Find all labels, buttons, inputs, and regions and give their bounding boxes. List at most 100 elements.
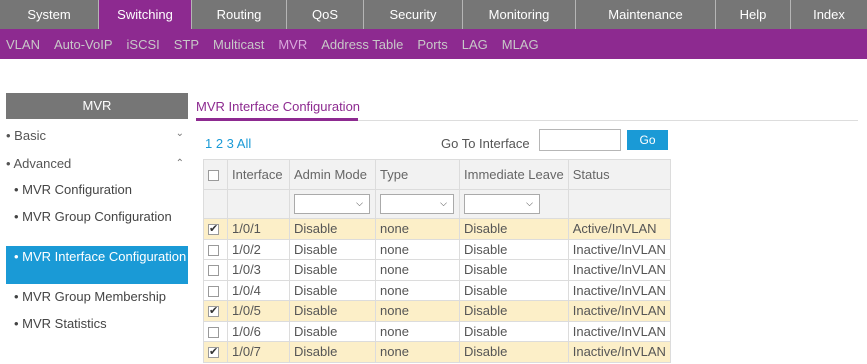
- cell-admin-mode: Disable: [289, 320, 376, 342]
- row-checkbox[interactable]: [208, 285, 219, 297]
- row-checkbox[interactable]: [208, 265, 219, 277]
- table-row[interactable]: 1/0/6 Disable none Disable Inactive/InVLAN: [203, 320, 671, 342]
- row-checkbox-cell: [203, 259, 228, 281]
- cell-status: Inactive/InVLAN: [567, 259, 671, 281]
- subnav-mvr[interactable]: MVR: [278, 37, 307, 52]
- row-checkbox[interactable]: [208, 304, 219, 318]
- row-checkbox-cell: [203, 218, 228, 240]
- cell-type: none: [375, 238, 460, 260]
- subnav-multicast[interactable]: Multicast: [213, 37, 264, 52]
- type-select[interactable]: ⌵: [380, 194, 454, 214]
- table-body: 1/0/1DisablenoneDisableActive/InVLAN1/0/…: [203, 218, 671, 363]
- bullet-icon: •: [14, 289, 23, 304]
- column-header-type: Type: [375, 159, 460, 190]
- nav-system[interactable]: System: [0, 0, 99, 29]
- cell-interface: 1/0/6: [227, 320, 290, 342]
- go-button[interactable]: Go: [627, 130, 668, 150]
- cell-immediate-leave: Disable: [459, 300, 569, 322]
- pagination-links[interactable]: 1 2 3 All: [205, 136, 251, 151]
- table-row[interactable]: 1/0/4 Disable none Disable Inactive/InVLAN: [203, 279, 671, 301]
- table-row[interactable]: 1/0/7DisablenoneDisableInactive/InVLAN: [203, 341, 671, 363]
- sidebar-item-mvr-configuration[interactable]: • MVR Configuration: [6, 183, 188, 197]
- subnav-ports[interactable]: Ports: [417, 37, 447, 52]
- row-checkbox-cell: [203, 341, 228, 363]
- mvr-interface-table: Interface Admin Mode Type Immediate Leav…: [203, 159, 671, 363]
- nav-switching[interactable]: Switching: [99, 0, 192, 29]
- nav-maintenance[interactable]: Maintenance: [576, 0, 716, 29]
- cell-admin-mode: Disable: [289, 259, 376, 281]
- cell-type: none: [375, 218, 460, 240]
- cell-interface: 1/0/7: [227, 341, 290, 363]
- tab-divider: [358, 120, 858, 121]
- subnav-stp[interactable]: STP: [174, 37, 199, 52]
- sidebar-item-label: MVR Statistics: [22, 316, 107, 331]
- cell-admin-mode: Disable: [289, 300, 376, 322]
- row-checkbox-cell: [203, 238, 228, 260]
- cell-immediate-leave: Disable: [459, 218, 569, 240]
- tab-underline: [196, 118, 358, 121]
- bullet-icon: •: [14, 249, 23, 264]
- cell-interface: 1/0/2: [227, 238, 290, 260]
- subnav-address-table[interactable]: Address Table: [321, 37, 403, 52]
- chevron-up-icon: ⌃: [175, 158, 184, 169]
- chevron-down-icon: ⌵: [440, 198, 447, 208]
- sidebar-item-label: MVR Configuration: [22, 182, 132, 197]
- nav-routing[interactable]: Routing: [192, 0, 287, 29]
- immediate-leave-select[interactable]: ⌵: [464, 194, 540, 214]
- sidebar-item-mvr-statistics[interactable]: • MVR Statistics: [6, 317, 188, 331]
- goto-interface-label: Go To Interface: [441, 136, 530, 151]
- sidebar-item-mvr-group-membership[interactable]: • MVR Group Membership: [6, 290, 188, 304]
- subnav-lag[interactable]: LAG: [462, 37, 488, 52]
- subnav-mlag[interactable]: MLAG: [502, 37, 539, 52]
- panel-tab-title: MVR Interface Configuration: [196, 99, 361, 114]
- sidebar-item-label: MVR Group Membership: [22, 289, 166, 304]
- cell-type: none: [375, 341, 460, 363]
- cell-interface: 1/0/1: [227, 218, 290, 240]
- sidebar-item-advanced[interactable]: • Advanced ⌃: [6, 156, 188, 171]
- nav-index[interactable]: Index: [791, 0, 867, 29]
- cell-type: none: [375, 279, 460, 301]
- table-row[interactable]: 1/0/3 Disable none Disable Inactive/InVLAN: [203, 259, 671, 281]
- cell-status: Inactive/InVLAN: [567, 341, 671, 363]
- goto-interface-input[interactable]: [539, 129, 621, 151]
- row-checkbox-cell: [203, 300, 228, 322]
- nav-security[interactable]: Security: [364, 0, 463, 29]
- filter-cell-empty: [567, 189, 671, 219]
- cell-admin-mode: Disable: [289, 218, 376, 240]
- subnav-vlan[interactable]: VLAN: [6, 37, 40, 52]
- subnav-iscsi[interactable]: iSCSI: [127, 37, 160, 52]
- sidebar-item-mvr-interface-configuration[interactable]: • MVR Interface Configuration: [6, 246, 188, 284]
- row-checkbox-cell: [203, 320, 228, 342]
- table-header-row: Interface Admin Mode Type Immediate Leav…: [203, 159, 671, 190]
- admin-mode-select[interactable]: ⌵: [294, 194, 370, 214]
- nav-help[interactable]: Help: [716, 0, 791, 29]
- cell-status: Inactive/InVLAN: [567, 238, 671, 260]
- table-row[interactable]: 1/0/2 Disable none Disable Inactive/InVLAN: [203, 238, 671, 260]
- filter-cell-empty: [203, 189, 228, 219]
- table-row[interactable]: 1/0/1DisablenoneDisableActive/InVLAN: [203, 218, 671, 240]
- cell-admin-mode: Disable: [289, 238, 376, 260]
- row-checkbox[interactable]: [208, 222, 219, 236]
- cell-status: Inactive/InVLAN: [567, 279, 671, 301]
- sidebar-item-mvr-group-configuration[interactable]: • MVR Group Configuration: [6, 210, 176, 224]
- top-nav: System Switching Routing QoS Security Mo…: [0, 0, 867, 29]
- column-header-status: Status: [567, 159, 671, 190]
- cell-type: none: [375, 300, 460, 322]
- table-row[interactable]: 1/0/5DisablenoneDisableInactive/InVLAN: [203, 300, 671, 322]
- sub-nav: VLAN Auto-VoIP iSCSI STP Multicast MVR A…: [0, 29, 867, 59]
- bullet-icon: •: [14, 316, 23, 331]
- cell-type: none: [375, 259, 460, 281]
- cell-interface: 1/0/3: [227, 259, 290, 281]
- column-header-immediate-leave: Immediate Leave: [459, 159, 569, 190]
- row-checkbox[interactable]: [208, 345, 219, 359]
- row-checkbox[interactable]: [208, 244, 219, 256]
- subnav-auto-voip[interactable]: Auto-VoIP: [54, 37, 113, 52]
- nav-monitoring[interactable]: Monitoring: [463, 0, 576, 29]
- nav-qos[interactable]: QoS: [287, 0, 364, 29]
- column-header-admin-mode: Admin Mode: [289, 159, 376, 190]
- cell-immediate-leave: Disable: [459, 341, 569, 363]
- sidebar-item-basic[interactable]: • Basic ⌄: [6, 128, 188, 143]
- select-all-checkbox[interactable]: [208, 170, 219, 182]
- table-filter-row: ⌵ ⌵ ⌵: [203, 189, 671, 219]
- row-checkbox[interactable]: [208, 326, 219, 338]
